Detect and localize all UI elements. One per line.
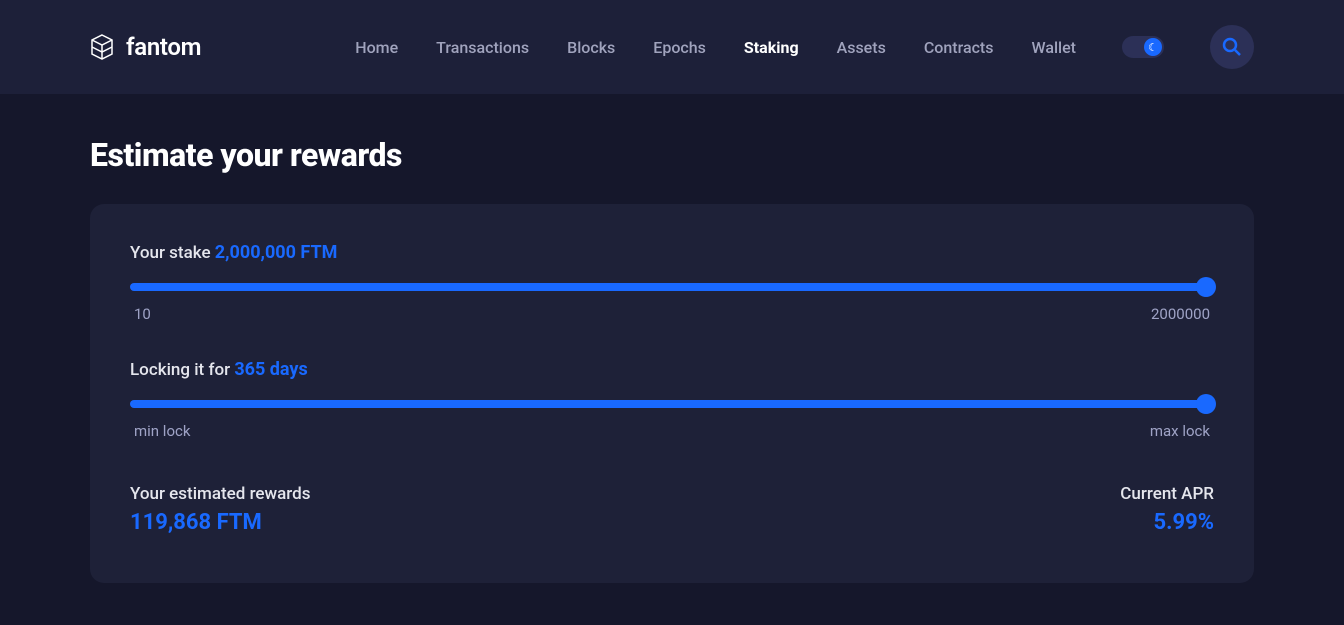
- stake-slider-block: Your stake 2,000,000 FTM 10 2000000: [130, 242, 1214, 323]
- apr-result: Current APR 5.99%: [1120, 484, 1214, 535]
- logo-text: fantom: [126, 33, 201, 61]
- theme-toggle[interactable]: ☾: [1122, 36, 1164, 58]
- nav-transactions[interactable]: Transactions: [436, 38, 529, 57]
- nav-wallet[interactable]: Wallet: [1031, 38, 1076, 57]
- toggle-thumb: ☾: [1144, 38, 1162, 56]
- results-row: Your estimated rewards 119,868 FTM Curre…: [130, 484, 1214, 535]
- stake-label: Your stake: [130, 243, 211, 263]
- moon-icon: ☾: [1148, 41, 1158, 54]
- stake-value: 2,000,000 FTM: [215, 242, 338, 263]
- logo[interactable]: fantom: [90, 33, 201, 61]
- stake-slider[interactable]: [130, 283, 1214, 291]
- stake-label-row: Your stake 2,000,000 FTM: [130, 242, 1214, 263]
- nav-home[interactable]: Home: [355, 38, 398, 57]
- stake-max: 2000000: [1151, 305, 1210, 323]
- apr-label: Current APR: [1120, 484, 1214, 504]
- nav-staking[interactable]: Staking: [744, 38, 799, 57]
- rewards-card: Your stake 2,000,000 FTM 10 2000000 Lock…: [90, 204, 1254, 583]
- lock-max: max lock: [1150, 422, 1210, 440]
- stake-slider-thumb[interactable]: [1196, 277, 1216, 297]
- nav-epochs[interactable]: Epochs: [653, 38, 706, 57]
- main-nav: Home Transactions Blocks Epochs Staking …: [355, 25, 1254, 69]
- nav-blocks[interactable]: Blocks: [567, 38, 615, 57]
- lock-min: min lock: [134, 422, 190, 440]
- rewards-result: Your estimated rewards 119,868 FTM: [130, 484, 311, 535]
- lock-value: 365 days: [234, 359, 307, 380]
- lock-label-row: Locking it for 365 days: [130, 359, 1214, 380]
- header: fantom Home Transactions Blocks Epochs S…: [0, 0, 1344, 94]
- stake-min: 10: [134, 305, 151, 323]
- page-title: Estimate your rewards: [90, 136, 1254, 174]
- stake-range: 10 2000000: [130, 305, 1214, 323]
- search-button[interactable]: [1210, 25, 1254, 69]
- nav-assets[interactable]: Assets: [837, 38, 886, 57]
- lock-range: min lock max lock: [130, 422, 1214, 440]
- fantom-logo-icon: [90, 33, 114, 61]
- search-icon: [1222, 37, 1242, 57]
- lock-slider-block: Locking it for 365 days min lock max loc…: [130, 359, 1214, 440]
- rewards-value: 119,868 FTM: [130, 510, 311, 535]
- apr-value: 5.99%: [1120, 510, 1214, 535]
- lock-slider-thumb[interactable]: [1196, 394, 1216, 414]
- rewards-label: Your estimated rewards: [130, 484, 311, 504]
- content: Estimate your rewards Your stake 2,000,0…: [0, 94, 1344, 625]
- nav-contracts[interactable]: Contracts: [924, 38, 994, 57]
- lock-label: Locking it for: [130, 360, 230, 380]
- lock-slider[interactable]: [130, 400, 1214, 408]
